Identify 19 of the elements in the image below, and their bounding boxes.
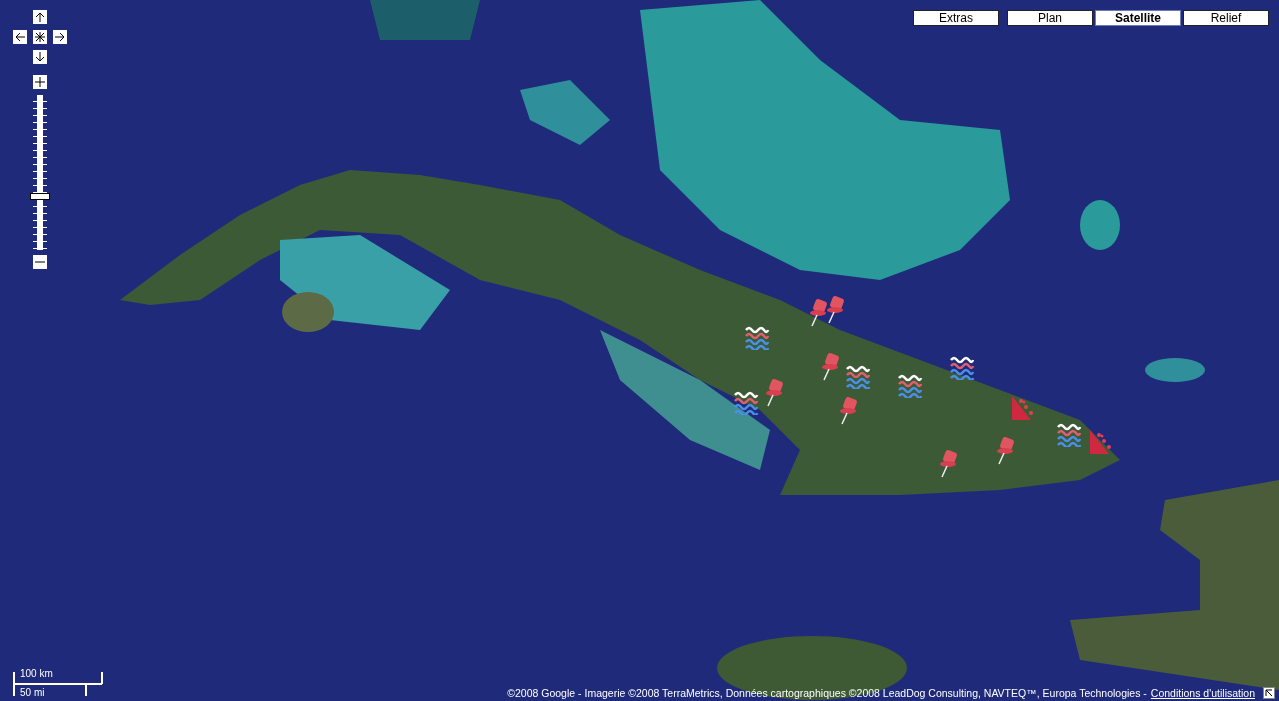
map-type-button[interactable]: Extras [913,10,999,26]
pan-down-button[interactable] [33,50,47,64]
map-type-button[interactable]: Plan [1007,10,1093,26]
copyright-text: ©2008 Google - Imagerie ©2008 TerraMetrics, Données cartographiques ©2008 LeadDog Consulting, NAVTEQ™, Europa Technologies - [507,687,1147,699]
map-type-button[interactable]: Relief [1183,10,1269,26]
map-type-button[interactable]: Satellite [1095,10,1181,26]
terms-link[interactable]: Conditions d'utilisation [1150,687,1255,699]
scale-imperial-label: 50 mi [20,687,45,698]
reset-view-button[interactable] [33,30,47,44]
zoom-in-button[interactable] [33,75,47,89]
pan-left-button[interactable] [13,30,27,44]
zoom-out-button[interactable] [33,255,47,269]
expand-corner-icon[interactable] [1263,687,1275,699]
pan-up-button[interactable] [33,10,47,24]
shallow-water [1145,358,1205,382]
scale-metric-label: 100 km [20,668,53,679]
pan-right-button[interactable] [53,30,67,44]
shallow-water [1080,200,1120,250]
zoom-slider-thumb[interactable] [30,192,50,200]
